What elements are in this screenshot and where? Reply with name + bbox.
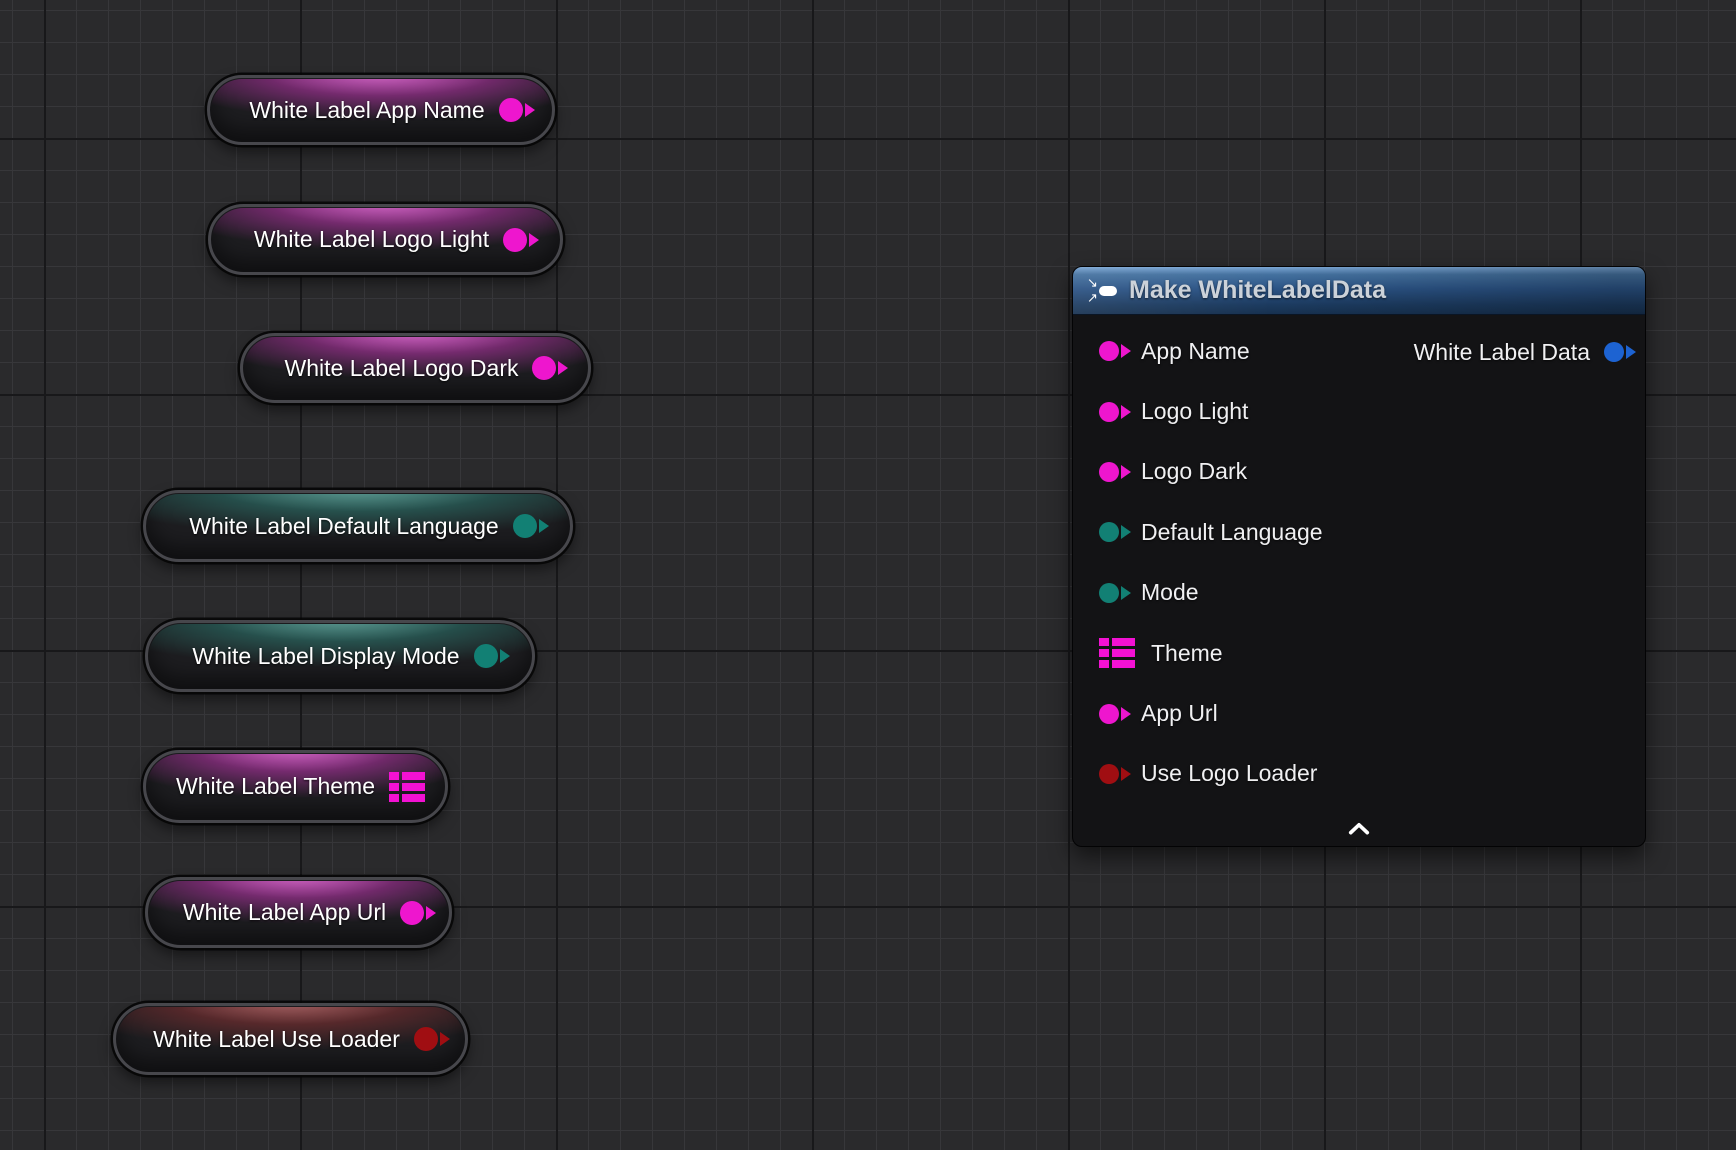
string-input-pin[interactable]: [1099, 462, 1119, 482]
struct-output-pin[interactable]: [1604, 342, 1624, 362]
pin-row-use-logo-loader[interactable]: Use Logo Loader: [1073, 744, 1645, 804]
getter-label: White Label Logo Light: [254, 226, 489, 253]
pin-label: App Name: [1141, 338, 1250, 365]
enum-input-pin[interactable]: [1099, 522, 1119, 542]
node-title: Make WhiteLabelData: [1129, 276, 1386, 305]
getter-node-white-label-logo-light[interactable]: White Label Logo Light: [208, 204, 563, 275]
string-input-pin[interactable]: [1099, 402, 1119, 422]
pin-row-theme[interactable]: Theme: [1073, 623, 1645, 683]
struct-input-pin-icon[interactable]: [1099, 638, 1135, 668]
pin-label: Logo Dark: [1141, 458, 1247, 485]
pin-row-logo-light[interactable]: Logo Light: [1073, 381, 1645, 441]
getter-node-white-label-theme[interactable]: White Label Theme: [143, 750, 448, 823]
string-output-pin[interactable]: [532, 356, 556, 380]
getter-label: White Label Default Language: [189, 513, 498, 540]
pin-row-default-language[interactable]: Default Language: [1073, 502, 1645, 562]
pin-row-mode[interactable]: Mode: [1073, 563, 1645, 623]
getter-label: White Label App Url: [183, 899, 386, 926]
getter-node-white-label-app-name[interactable]: White Label App Name: [207, 75, 555, 145]
getter-label: White Label App Name: [249, 97, 484, 124]
node-header[interactable]: ↘↗ Make WhiteLabelData: [1073, 267, 1645, 315]
getter-node-white-label-default-language[interactable]: White Label Default Language: [143, 490, 573, 562]
getter-label: White Label Display Mode: [192, 643, 459, 670]
getter-node-white-label-use-loader[interactable]: White Label Use Loader: [113, 1003, 468, 1075]
pin-label: Logo Light: [1141, 398, 1248, 425]
bool-input-pin[interactable]: [1099, 764, 1119, 784]
string-input-pin[interactable]: [1099, 341, 1119, 361]
enum-output-pin[interactable]: [513, 514, 537, 538]
bool-output-pin[interactable]: [414, 1027, 438, 1051]
enum-output-pin[interactable]: [474, 644, 498, 668]
string-output-pin[interactable]: [503, 228, 527, 252]
chevron-up-icon: [1348, 822, 1370, 835]
getter-node-white-label-app-url[interactable]: White Label App Url: [145, 877, 452, 948]
input-pin-rows: App Name Logo Light Logo Dark Default La…: [1073, 314, 1645, 804]
getter-label: White Label Logo Dark: [285, 355, 519, 382]
getter-node-white-label-logo-dark[interactable]: White Label Logo Dark: [240, 333, 591, 403]
pin-label: Mode: [1141, 579, 1199, 606]
pin-label: App Url: [1141, 700, 1218, 727]
struct-output-pin-icon[interactable]: [389, 772, 425, 802]
pin-label: Theme: [1151, 640, 1223, 667]
blueprint-graph-canvas[interactable]: White Label App Name White Label Logo Li…: [0, 0, 1736, 1150]
enum-input-pin[interactable]: [1099, 583, 1119, 603]
pin-label: Use Logo Loader: [1141, 760, 1317, 787]
pin-row-app-url[interactable]: App Url: [1073, 683, 1645, 743]
string-output-pin[interactable]: [400, 901, 424, 925]
pin-label: White Label Data: [1414, 339, 1590, 366]
make-struct-icon: ↘↗: [1087, 277, 1117, 305]
make-whitelabeldata-node[interactable]: ↘↗ Make WhiteLabelData App Name Logo Lig…: [1072, 266, 1646, 847]
getter-node-white-label-display-mode[interactable]: White Label Display Mode: [145, 620, 535, 692]
pin-label: Default Language: [1141, 519, 1323, 546]
pin-row-logo-dark[interactable]: Logo Dark: [1073, 442, 1645, 502]
getter-label: White Label Use Loader: [153, 1026, 400, 1053]
getter-label: White Label Theme: [176, 773, 375, 800]
string-input-pin[interactable]: [1099, 704, 1119, 724]
collapse-node-button[interactable]: [1339, 817, 1379, 839]
string-output-pin[interactable]: [499, 98, 523, 122]
pin-row-white-label-data[interactable]: White Label Data: [1414, 338, 1624, 366]
